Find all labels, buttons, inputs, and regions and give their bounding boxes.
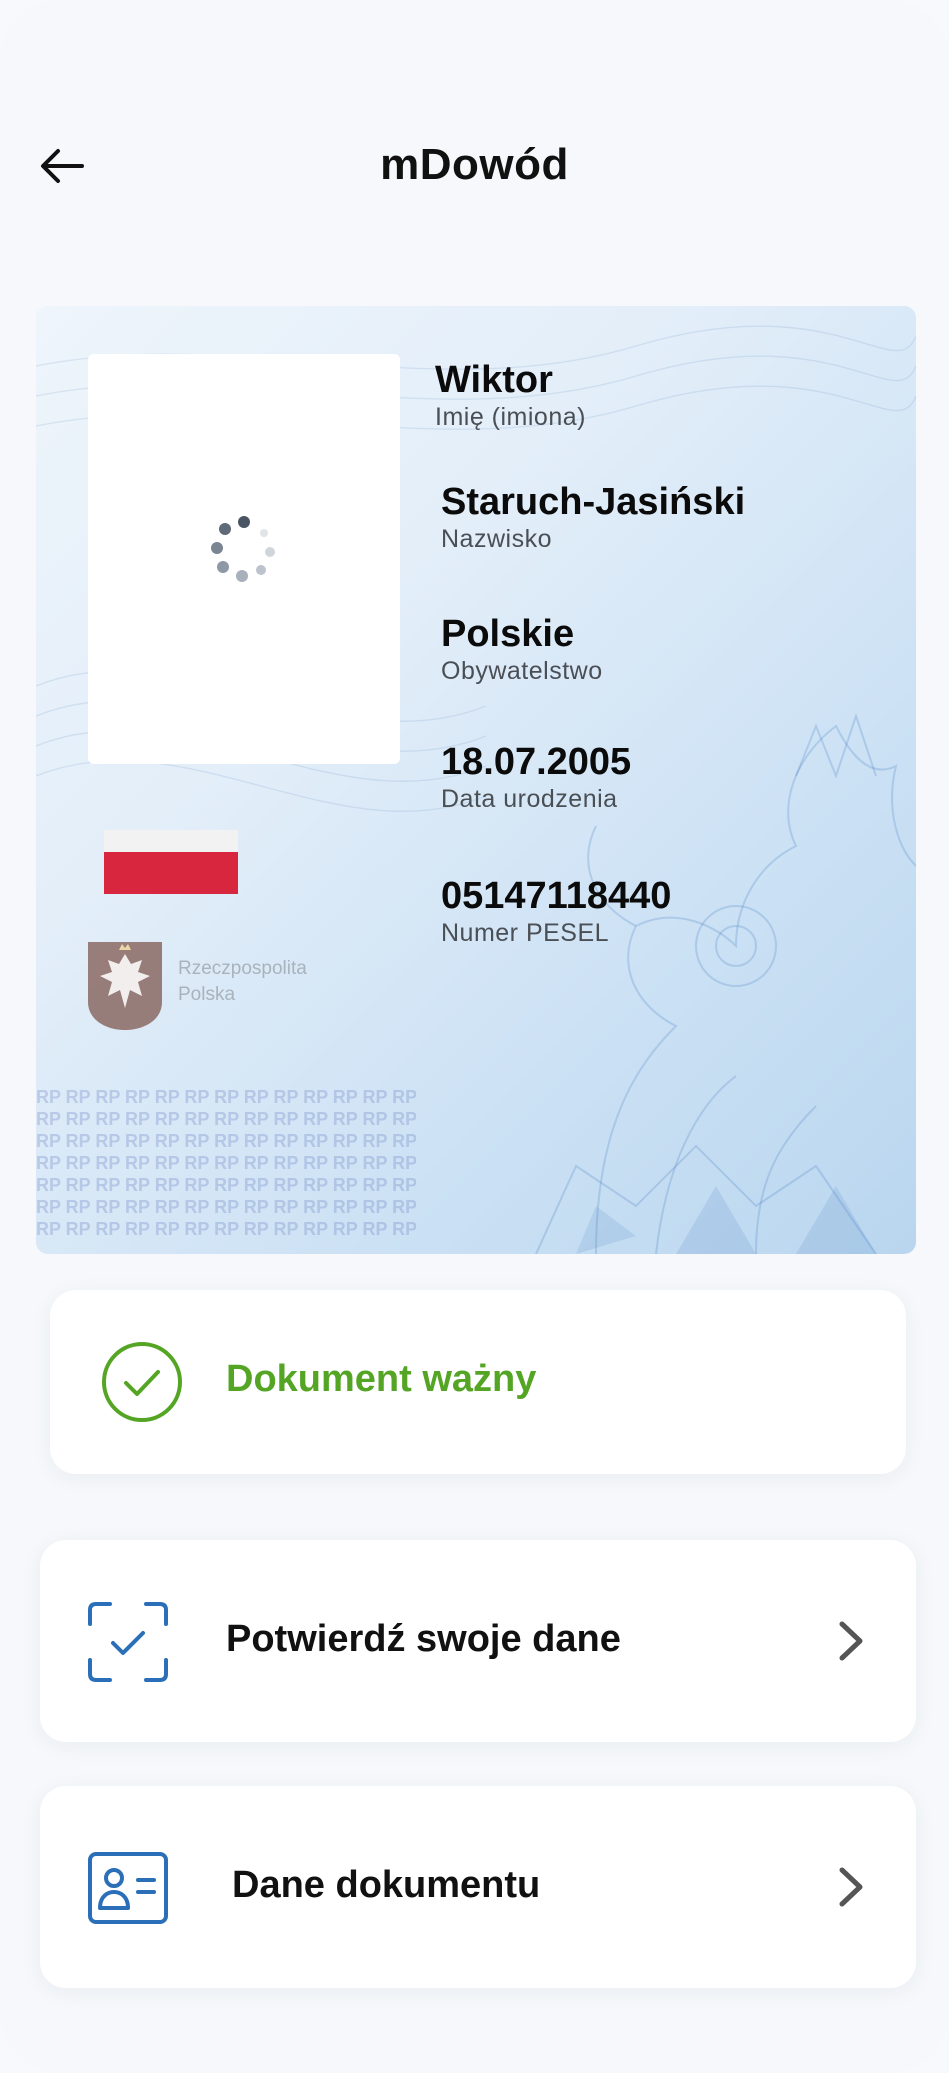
birth-date-value: 18.07.2005 bbox=[441, 741, 632, 783]
header: mDowód bbox=[0, 110, 949, 220]
loading-spinner-icon bbox=[211, 516, 275, 582]
first-name-label: Imię (imiona) bbox=[435, 403, 586, 431]
rp-row-5: RP RP RP RP RP RP RP RP RP RP RP RP RP R… bbox=[36, 1175, 416, 1195]
card-fields: Wiktor Imię (imiona) Staruch-Jasiński Na… bbox=[435, 358, 901, 948]
status-text: Dokument ważny bbox=[226, 1358, 537, 1400]
field-first-name: Wiktor Imię (imiona) bbox=[435, 358, 901, 480]
country-name-line1: Rzeczpospolita bbox=[178, 958, 307, 979]
document-status-card: Dokument ważny bbox=[50, 1290, 906, 1474]
id-card: Rzeczpospolita Polska RP RP RP RP RP RP … bbox=[36, 306, 916, 1254]
country-name-line2: Polska bbox=[178, 984, 236, 1005]
first-name-value: Wiktor bbox=[435, 359, 553, 401]
rp-row-4: RP RP RP RP RP RP RP RP RP RP RP RP RP R… bbox=[36, 1153, 416, 1173]
field-pesel: 05147118440 Numer PESEL bbox=[441, 874, 901, 948]
pesel-label: Numer PESEL bbox=[441, 919, 610, 947]
rp-row-3: RP RP RP RP RP RP RP RP RP RP RP RP RP R… bbox=[36, 1131, 416, 1151]
pesel-value: 05147118440 bbox=[441, 875, 672, 917]
citizenship-value: Polskie bbox=[441, 613, 575, 655]
country-name: Rzeczpospolita Polska bbox=[178, 956, 307, 1008]
field-surname: Staruch-Jasiński Nazwisko bbox=[441, 480, 901, 612]
polish-flag bbox=[104, 830, 238, 894]
surname-value: Staruch-Jasiński bbox=[441, 481, 746, 523]
rp-microtext-pattern: RP RP RP RP RP RP RP RP RP RP RP RP RP R… bbox=[36, 1086, 416, 1240]
document-data-button[interactable]: Dane dokumentu bbox=[40, 1786, 916, 1988]
page-title: mDowód bbox=[380, 140, 569, 189]
confirm-data-button[interactable]: Potwierdź swoje dane bbox=[40, 1540, 916, 1742]
chevron-right-icon bbox=[839, 1867, 863, 1907]
check-circle-icon bbox=[102, 1342, 182, 1422]
surname-label: Nazwisko bbox=[441, 525, 552, 553]
confirm-data-label: Potwierdź swoje dane bbox=[226, 1618, 621, 1660]
document-data-label: Dane dokumentu bbox=[232, 1864, 541, 1906]
scan-check-icon bbox=[88, 1602, 168, 1682]
chevron-right-icon bbox=[839, 1621, 863, 1661]
rp-row-2: RP RP RP RP RP RP RP RP RP RP RP RP RP R… bbox=[36, 1109, 416, 1129]
birth-date-label: Data urodzenia bbox=[441, 785, 618, 813]
rp-row-1: RP RP RP RP RP RP RP RP RP RP RP RP RP R… bbox=[36, 1087, 416, 1107]
field-birth-date: 18.07.2005 Data urodzenia bbox=[441, 740, 901, 874]
app-screen: mDowód Rzeczpospolita Polska RP RP RP RP… bbox=[0, 0, 949, 2073]
field-citizenship: Polskie Obywatelstwo bbox=[441, 612, 901, 740]
citizenship-label: Obywatelstwo bbox=[441, 657, 603, 685]
photo-placeholder bbox=[88, 354, 400, 764]
rp-row-7: RP RP RP RP RP RP RP RP RP RP RP RP RP R… bbox=[36, 1219, 416, 1239]
polish-eagle-emblem-icon bbox=[88, 942, 162, 1030]
id-card-icon bbox=[88, 1852, 168, 1924]
rp-row-6: RP RP RP RP RP RP RP RP RP RP RP RP RP R… bbox=[36, 1197, 416, 1217]
